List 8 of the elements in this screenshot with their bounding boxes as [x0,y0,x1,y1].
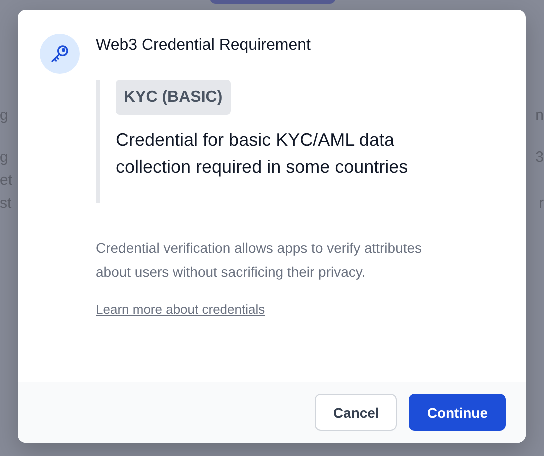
continue-button[interactable]: Continue [409,394,506,431]
learn-more-link[interactable]: Learn more about credentials [96,302,266,317]
credential-badge: KYC (BASIC) [116,80,231,115]
dialog-title: Web3 Credential Requirement [96,36,312,56]
credential-description: Credential for basic KYC/AML data collection required in some countries [116,129,410,179]
cancel-button[interactable]: Cancel [315,394,398,431]
key-icon [40,34,80,74]
explanation-text: Credential verification allows apps to verify attributes about users without sacrificing their privacy. [96,239,424,282]
